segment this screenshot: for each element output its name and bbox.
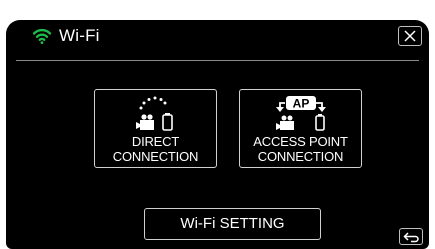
camera-screen-frame: Wi-Fi DIRECT CONNECTION AP ACCESS POINT … [0, 0, 435, 249]
header-divider [16, 60, 419, 61]
direct-connection-button[interactable]: DIRECT CONNECTION [94, 89, 217, 168]
page-title: Wi-Fi [59, 26, 100, 45]
access-point-icon: AP [276, 96, 326, 131]
header-bar: Wi-Fi [6, 20, 429, 54]
access-point-connection-line2: CONNECTION [257, 149, 344, 164]
wifi-menu-screen: Wi-Fi DIRECT CONNECTION AP ACCESS POINT … [6, 20, 429, 249]
close-icon [404, 30, 416, 42]
close-button[interactable] [398, 26, 422, 46]
direct-connection-icon [136, 96, 173, 131]
direct-connection-label: DIRECT CONNECTION [95, 134, 216, 164]
return-button[interactable] [399, 228, 423, 245]
wifi-setting-button[interactable]: Wi-Fi SETTING [144, 208, 321, 240]
return-icon [403, 231, 419, 242]
direct-connection-line1: DIRECT [131, 134, 180, 149]
ap-badge: AP [293, 97, 310, 111]
access-point-connection-button[interactable]: AP ACCESS POINT CONNECTION [239, 89, 362, 168]
direct-connection-line2: CONNECTION [112, 149, 199, 164]
access-point-connection-label: ACCESS POINT CONNECTION [240, 134, 361, 164]
access-point-connection-line1: ACCESS POINT [253, 134, 348, 149]
wifi-icon [33, 28, 51, 44]
